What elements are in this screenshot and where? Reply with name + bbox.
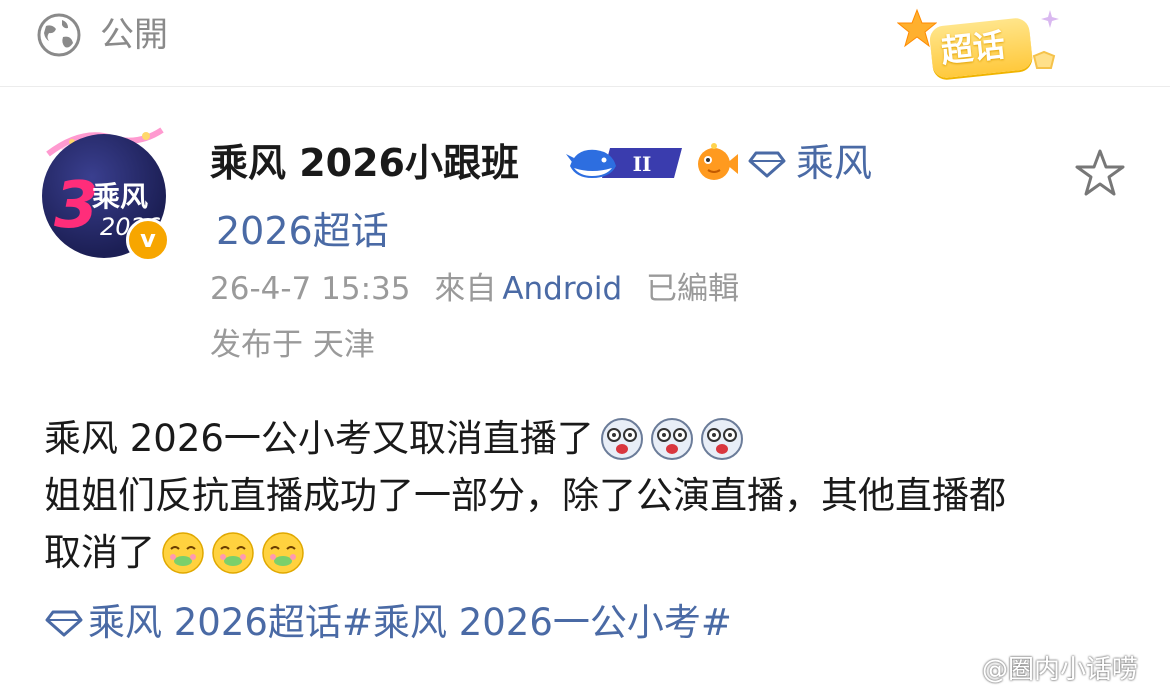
diamond-icon <box>45 610 83 637</box>
post-timestamp: 26-4-7 15:35 <box>210 271 411 307</box>
crying-face-emoji <box>262 531 304 574</box>
supertopic-hashtag[interactable]: 乘风 2026超话 <box>88 598 342 648</box>
post-location: 发布于 天津 <box>210 327 375 363</box>
crying-face-emoji <box>162 531 204 574</box>
top-bar: 公開 超话 <box>0 0 1170 87</box>
verified-badge: v <box>126 218 170 262</box>
fish-icon <box>698 143 738 180</box>
badge-label: 超话 <box>939 25 1007 71</box>
post-line: 取消了 <box>44 524 1144 581</box>
hashtag-row: 乘风 2026超话 #乘风 2026一公小考# <box>44 598 732 648</box>
avatar-text: 乘风 <box>92 180 149 213</box>
author-name[interactable]: 乘风 2026小跟班 <box>210 138 519 188</box>
shocked-dog-emoji <box>700 417 743 460</box>
mini-badge-icon <box>1032 50 1056 69</box>
edited-label[interactable]: 已編輯 <box>646 271 739 307</box>
weibo-icon <box>942 657 977 685</box>
sparkle-icon <box>1041 10 1059 28</box>
shocked-dog-emoji <box>600 417 643 460</box>
from-label: 來自 <box>434 271 497 307</box>
watermark-text: @圈内小话唠 <box>982 655 1139 685</box>
crying-face-emoji <box>212 531 254 574</box>
post-line-text: 取消了 <box>44 531 155 574</box>
post-line-text: 乘风 2026一公小考又取消直播了 <box>44 417 594 460</box>
whale-badge-icon[interactable]: II <box>566 142 686 184</box>
supertopic-link[interactable]: 乘风 <box>796 138 872 188</box>
topic-hashtag[interactable]: #乘风 2026一公小考# <box>342 598 732 648</box>
shocked-dog-emoji <box>650 417 693 460</box>
post-meta: 26-4-7 15:35 來自 Android 已編輯 <box>210 268 739 310</box>
watermark: @圈内小话唠 <box>942 652 1138 688</box>
diamond-icon <box>748 151 786 178</box>
post-line: 乘风 2026一公小考又取消直播了 <box>44 410 1144 467</box>
star-icon[interactable] <box>1074 148 1126 198</box>
source-link[interactable]: Android <box>502 271 622 307</box>
level-badge-text: II <box>633 152 652 176</box>
supertopic-badge[interactable]: 超话 <box>895 6 1065 82</box>
post-line-text: 姐姐们反抗直播成功了一部分，除了公演直播，其他直播都 <box>44 474 1006 517</box>
post-line: 姐姐们反抗直播成功了一部分，除了公演直播，其他直播都 <box>44 467 1144 524</box>
visibility-label[interactable]: 公開 <box>100 12 168 58</box>
supertopic-link-continued[interactable]: 2026超话 <box>216 206 389 256</box>
globe-icon <box>37 13 81 57</box>
post-body: 乘风 2026一公小考又取消直播了 姐姐们反抗直播成功了一部分，除了公演直播，其… <box>44 410 1144 581</box>
